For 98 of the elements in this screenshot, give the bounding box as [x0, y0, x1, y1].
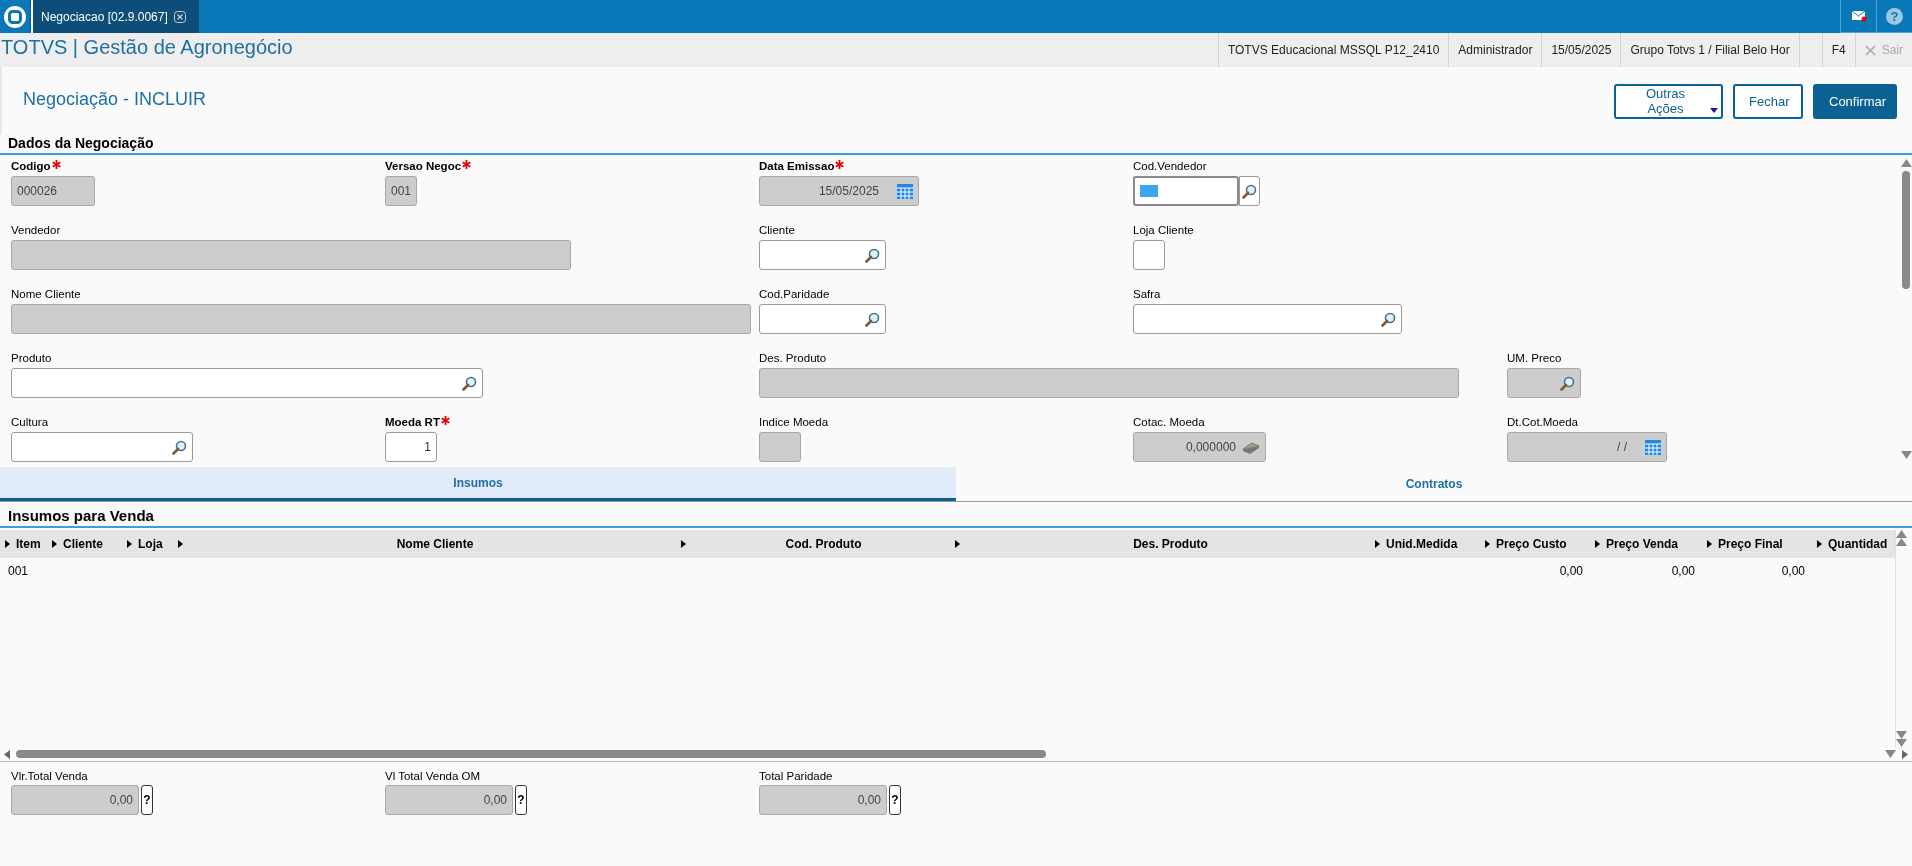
confirm-button[interactable]: Confirmar — [1813, 83, 1897, 119]
field-label: Versao Negoc — [385, 160, 462, 172]
field-label: Cultura — [11, 416, 49, 428]
scroll-down-icon[interactable] — [1896, 739, 1907, 747]
close-icon[interactable] — [173, 10, 186, 23]
field-label: Indice Moeda — [759, 416, 829, 428]
field-label: Produto — [11, 352, 52, 364]
caret-icon[interactable] — [5, 540, 10, 548]
scroll-down-icon[interactable] — [1896, 731, 1907, 739]
table-cell: 0,00 — [1781, 564, 1805, 578]
column-header[interactable]: Unid.Medida — [1386, 537, 1458, 551]
field-label: Nome Cliente — [11, 288, 81, 300]
scroll-down-icon[interactable] — [1900, 451, 1912, 459]
field-label: Des. Produto — [759, 352, 827, 364]
status-item: Grupo Totvs 1 / Filial Belo Hor — [1620, 33, 1799, 67]
caret-icon[interactable] — [1595, 540, 1600, 548]
input-field[interactable]: 0,00 — [759, 785, 887, 815]
help-button[interactable]: ? — [515, 785, 527, 815]
column-header[interactable]: Cliente — [63, 537, 103, 551]
column-header[interactable]: Des. Produto — [966, 537, 1375, 551]
scroll-right-icon[interactable] — [1902, 749, 1908, 759]
field-label: Dt.Cot.Moeda — [1507, 416, 1578, 428]
caret-icon[interactable] — [955, 540, 960, 548]
help-button[interactable]: ? — [141, 785, 153, 815]
search-icon[interactable] — [865, 247, 880, 263]
scroll-left-icon[interactable] — [4, 749, 10, 759]
status-item: Administrador — [1448, 33, 1542, 67]
column-header[interactable]: Preço Custo — [1496, 537, 1567, 551]
input-field[interactable] — [11, 368, 483, 398]
scroll-down-icon[interactable] — [1885, 750, 1896, 758]
search-icon[interactable] — [1381, 311, 1396, 327]
scroll-up-icon[interactable] — [1896, 538, 1907, 546]
field-label: Cliente — [759, 224, 795, 236]
section-title: Dados da Negociação — [0, 135, 1912, 155]
tab-title: Negociacao [02.9.0067] — [41, 9, 168, 24]
section-title: Insumos para Venda — [0, 502, 1912, 528]
caret-icon[interactable] — [1485, 540, 1490, 548]
field-label: Cod.Paridade — [759, 288, 830, 300]
column-header[interactable]: Nome Cliente — [189, 537, 681, 551]
field-label: Vlr.Total Venda — [11, 770, 89, 784]
column-header[interactable]: Loja — [138, 537, 163, 551]
status-item: TOTVS Educacional MSSQL P12_2410 — [1217, 33, 1449, 67]
input-field[interactable]: 0,00 — [385, 785, 513, 815]
column-header[interactable]: Quantidad — [1828, 537, 1888, 551]
search-icon[interactable] — [865, 311, 880, 327]
scroll-up-icon[interactable] — [1900, 159, 1912, 167]
caret-icon[interactable] — [1375, 540, 1380, 548]
input-field[interactable] — [11, 432, 193, 462]
window-tab[interactable]: Negociacao [02.9.0067] — [31, 0, 199, 33]
search-button[interactable] — [1239, 176, 1260, 206]
status-item: 15/05/2025 — [1541, 33, 1621, 67]
caret-icon[interactable] — [127, 540, 132, 548]
mail-icon[interactable] — [1850, 10, 1867, 22]
help-button[interactable]: ? — [889, 785, 901, 815]
caret-icon[interactable] — [178, 540, 183, 548]
field-label: Codigo — [11, 160, 51, 172]
table-cell: 001 — [8, 564, 29, 578]
input-field[interactable] — [759, 240, 886, 270]
search-icon[interactable] — [1242, 183, 1257, 199]
caret-icon[interactable] — [1707, 540, 1712, 548]
logo-icon[interactable] — [3, 4, 27, 29]
caret-icon[interactable] — [52, 540, 57, 548]
input-field[interactable] — [1133, 240, 1165, 270]
input-field[interactable]: 1 — [385, 432, 437, 462]
field-label: Vl Total Venda OM — [385, 770, 482, 784]
column-header[interactable]: Cod. Produto — [692, 537, 955, 551]
search-icon[interactable] — [462, 375, 477, 391]
field-label: Moeda RT — [385, 416, 440, 428]
close-button[interactable]: Fechar — [1733, 83, 1803, 119]
tab[interactable]: Insumos — [0, 467, 956, 501]
caret-icon[interactable] — [1817, 540, 1822, 548]
field-label: Safra — [1133, 288, 1161, 300]
caret-icon[interactable] — [681, 540, 686, 548]
field-label: Data Emissao — [759, 160, 835, 172]
close-icon — [1864, 44, 1876, 56]
shortcut-key[interactable]: F4 — [1821, 33, 1855, 67]
field-label: Vendedor — [11, 224, 61, 236]
page-title: Negociação - INCLUIR — [23, 88, 208, 110]
column-header[interactable]: Preço Final — [1718, 537, 1783, 551]
column-header[interactable]: Preço Venda — [1606, 537, 1679, 551]
field-label: Loja Cliente — [1133, 224, 1194, 236]
input-field[interactable] — [1133, 176, 1239, 206]
menu-button[interactable]: Outras Ações — [1614, 83, 1723, 119]
field-label: Total Paridade — [759, 770, 834, 784]
caret-icon — [1710, 107, 1718, 113]
column-header[interactable]: Item — [16, 537, 41, 551]
horizontal-scrollbar[interactable] — [0, 747, 1912, 762]
scroll-up-icon[interactable] — [1896, 530, 1907, 538]
table-cell: 0,00 — [1559, 564, 1583, 578]
input-field[interactable] — [759, 304, 886, 334]
field-label: UM. Preco — [1507, 352, 1562, 364]
app-title: TOTVS | Gestão de Agronegócio — [0, 35, 293, 59]
field-label: Cotac. Moeda — [1133, 416, 1205, 428]
input-field[interactable]: 0,00 — [11, 785, 139, 815]
input-field[interactable] — [1133, 304, 1402, 334]
search-icon[interactable] — [172, 439, 187, 455]
table-cell: 0,00 — [1671, 564, 1695, 578]
field-label: Cod.Vendedor — [1133, 160, 1207, 172]
